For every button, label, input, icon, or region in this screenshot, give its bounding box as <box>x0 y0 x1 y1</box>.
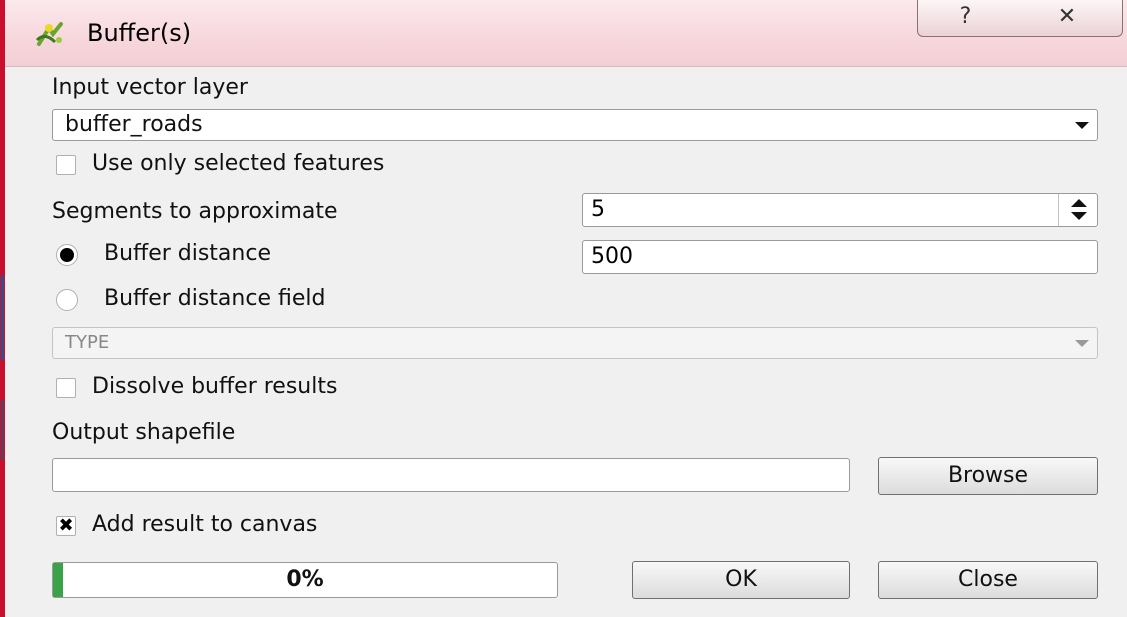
input-layer-select[interactable]: buffer_roads <box>52 109 1098 141</box>
buffer-distance-field-label: Buffer distance field <box>104 286 326 311</box>
close-icon: ✕ <box>1057 4 1077 29</box>
browse-button[interactable]: Browse <box>878 457 1098 495</box>
output-shapefile-label: Output shapefile <box>52 420 236 445</box>
progress-text: 0% <box>286 567 324 592</box>
buffer-field-select[interactable]: TYPE <box>52 327 1098 359</box>
window-title: Buffer(s) <box>87 19 192 47</box>
window-border-shadow <box>1 275 4 360</box>
radio-selected-dot <box>60 248 74 262</box>
close-button[interactable]: Close <box>878 561 1098 599</box>
segments-value: 5 <box>591 197 605 222</box>
arrow-down-icon[interactable] <box>1071 212 1087 220</box>
buffer-distance-value: 500 <box>591 244 633 269</box>
progress-bar: 0% <box>52 562 558 598</box>
input-layer-label: Input vector layer <box>52 75 248 100</box>
buffer-distance-label: Buffer distance <box>104 241 271 266</box>
chevron-down-icon <box>1075 340 1089 347</box>
help-button[interactable]: ? <box>917 0 1014 37</box>
qgis-buffer-icon <box>35 22 63 46</box>
dissolve-label: Dissolve buffer results <box>92 374 338 399</box>
spinbox-buttons[interactable] <box>1058 194 1097 226</box>
check-icon: ✖ <box>58 515 74 536</box>
arrow-up-icon[interactable] <box>1071 199 1087 207</box>
buffer-distance-radio[interactable] <box>56 244 78 266</box>
output-shapefile-input[interactable] <box>52 458 850 492</box>
window-close-button[interactable]: ✕ <box>1012 0 1123 37</box>
title-bar[interactable]: Buffer(s) ? ✕ <box>5 0 1127 67</box>
chevron-down-icon <box>1075 122 1089 129</box>
use-selected-checkbox[interactable] <box>56 155 76 175</box>
buffer-distance-field-radio[interactable] <box>56 289 78 311</box>
buffer-field-value: TYPE <box>65 332 110 353</box>
help-icon: ? <box>959 4 972 29</box>
add-to-canvas-label: Add result to canvas <box>92 512 318 537</box>
input-layer-value: buffer_roads <box>65 112 203 137</box>
window-border <box>0 0 5 617</box>
segments-spinbox[interactable]: 5 <box>582 193 1098 227</box>
add-to-canvas-checkbox[interactable]: ✖ <box>56 516 76 536</box>
segments-label: Segments to approximate <box>52 199 338 224</box>
use-selected-label: Use only selected features <box>92 151 385 176</box>
ok-button[interactable]: OK <box>632 561 850 599</box>
dissolve-checkbox[interactable] <box>56 378 76 398</box>
window-border-shadow <box>1 400 4 460</box>
buffer-distance-input[interactable]: 500 <box>582 240 1098 274</box>
